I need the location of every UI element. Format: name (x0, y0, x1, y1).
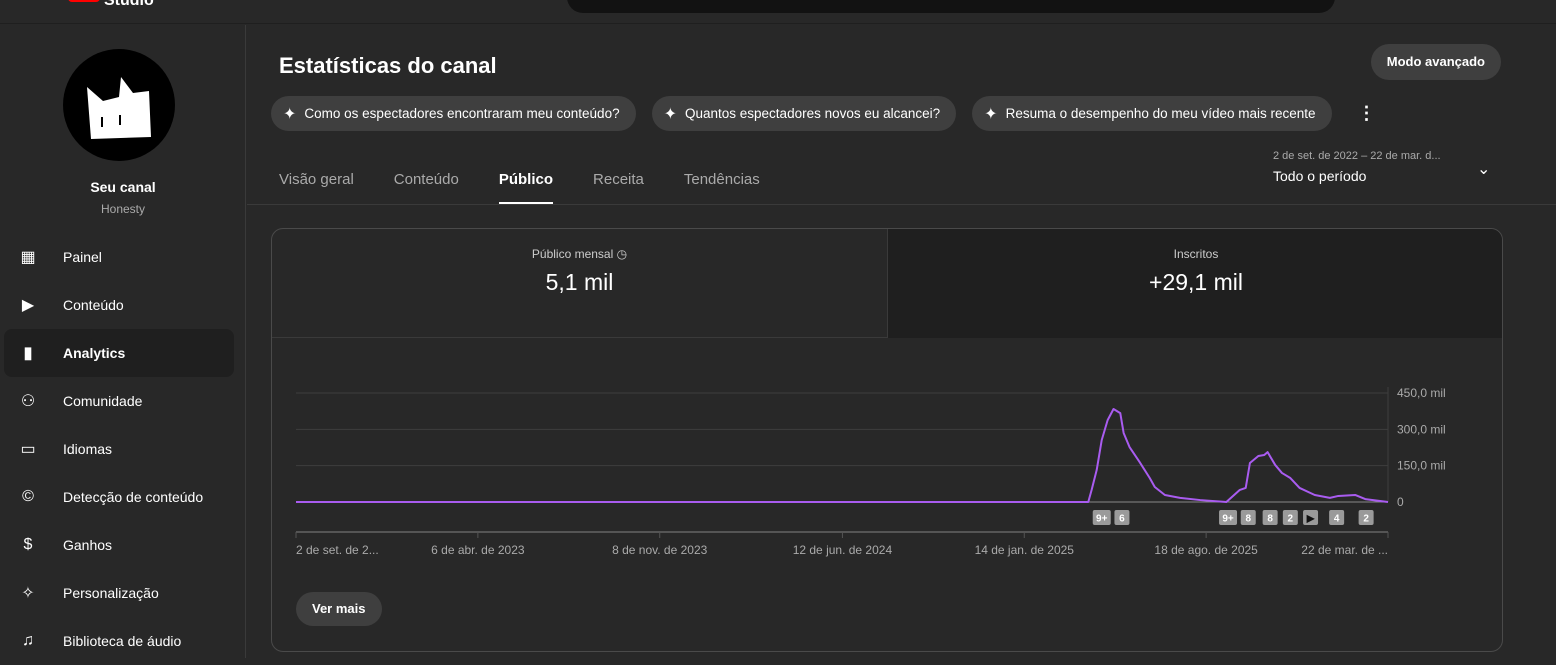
avatar[interactable] (63, 49, 175, 161)
sidebar-item-label: Comunidade (63, 393, 143, 409)
community-icon: ⚇ (20, 393, 36, 410)
sidebar-item-label: Conteúdo (63, 297, 124, 313)
magic-wand-icon: ✧ (21, 585, 35, 602)
tab-1[interactable]: Conteúdo (394, 171, 459, 204)
dollar-icon: $ (23, 536, 33, 553)
search-input[interactable] (567, 0, 1335, 13)
sidebar: Seu canal Honesty ▦ Painel ▶ Conteúdo ▮ Analy… (0, 25, 246, 658)
audio-library-icon: ♫ (22, 632, 34, 649)
subscribers-line (296, 407, 1389, 503)
period-label: Todo o período (1273, 168, 1367, 184)
sidebar-item-label: Personalização (63, 585, 159, 601)
tab-3[interactable]: Receita (593, 171, 644, 204)
sidebar-item-label: Analytics (63, 345, 126, 361)
y-tick-label: 150,0 mil (1397, 459, 1446, 473)
video-marker-label: ▶ (1306, 514, 1316, 525)
y-tick-label: 300,0 mil (1397, 422, 1446, 436)
more-options-icon[interactable]: ⋮ (1358, 103, 1376, 124)
sparkle-icon: ✦ (663, 105, 677, 123)
suggestion-chip[interactable]: ✦ Como os espectadores encontraram meu co… (271, 96, 636, 131)
video-marker-label: 8 (1267, 514, 1273, 525)
x-tick-label: 8 de nov. de 2023 (612, 543, 708, 557)
chip-label: Como os espectadores encontraram meu con… (304, 106, 620, 121)
youtube-logo-icon[interactable] (68, 0, 100, 2)
content-icon: ▶ (21, 297, 35, 314)
tab-2[interactable]: Público (498, 171, 554, 204)
suggestion-chip[interactable]: ✦ Quantos espectadores novos eu alcancei? (651, 96, 957, 131)
x-tick-label: 14 de jan. de 2025 (975, 543, 1075, 557)
x-tick-label: 2 de set. de 2... (296, 543, 379, 557)
sidebar-item-label: Idiomas (63, 441, 113, 457)
suggestion-chip[interactable]: ✦ Resuma o desempenho do meu vídeo mais r… (972, 96, 1332, 131)
tab-4[interactable]: Tendências (684, 171, 760, 204)
video-marker-label: 2 (1288, 514, 1294, 525)
main-content: Estatísticas do canal Modo avançado ✦ Com… (247, 25, 1556, 658)
tab-0[interactable]: Visão geral (279, 171, 354, 204)
x-tick-label: 18 de ago. de 2025 (1154, 543, 1258, 557)
date-range-picker[interactable]: 2 de set. de 2022 – 22 de mar. d... Todo… (1273, 150, 1441, 184)
see-more-button[interactable]: Ver mais (296, 592, 382, 626)
sidebar-item-subtitles[interactable]: ▭ Idiomas (4, 425, 234, 473)
y-tick-label: 0 (1397, 495, 1404, 509)
analytics-card: Público mensal ◷ 5,1 mil Inscritos +29,1… (271, 228, 1503, 652)
sidebar-item-label: Painel (63, 249, 102, 265)
sidebar-item-label: Biblioteca de áudio (63, 633, 182, 649)
copyright-icon: © (22, 488, 34, 505)
channel-name: Seu canal (90, 179, 156, 195)
video-marker-label: 9+ (1096, 514, 1108, 525)
analytics-icon: ▮ (23, 345, 33, 362)
video-marker-label: 2 (1363, 514, 1369, 525)
chip-label: Quantos espectadores novos eu alcancei? (685, 106, 941, 121)
date-range: 2 de set. de 2022 – 22 de mar. d... (1273, 150, 1441, 162)
sidebar-item-community[interactable]: ⚇ Comunidade (4, 377, 234, 425)
sidebar-item-content[interactable]: ▶ Conteúdo (4, 281, 234, 329)
advanced-mode-button[interactable]: Modo avançado (1370, 44, 1501, 80)
logo-text: Studio (104, 0, 154, 9)
x-tick-label: 22 de mar. de ... (1301, 543, 1388, 557)
dashboard-icon: ▦ (20, 249, 36, 266)
tabs-divider (247, 204, 1556, 205)
video-marker-label: 8 (1245, 514, 1251, 525)
subscribers-chart: 0 150,0 mil 300,0 mil 450,0 mil 2 de set. de… (295, 386, 1446, 557)
top-bar: Studio (0, 0, 1556, 24)
sparkle-icon: ✦ (283, 105, 297, 123)
video-marker-label: 6 (1119, 514, 1125, 525)
sparkle-icon: ✦ (984, 105, 998, 123)
y-tick-label: 450,0 mil (1397, 386, 1446, 400)
sidebar-item-magic-wand[interactable]: ✧ Personalização (4, 569, 234, 617)
sidebar-item-label: Ganhos (63, 537, 113, 553)
channel-handle: Honesty (100, 202, 146, 216)
chip-label: Resuma o desempenho do meu vídeo mais re… (1005, 106, 1316, 121)
x-tick-label: 12 de jun. de 2024 (793, 543, 893, 557)
sidebar-item-label: Detecção de conteúdo (63, 489, 204, 505)
chevron-down-icon[interactable]: ⌄ (1477, 159, 1490, 179)
x-tick-label: 6 de abr. de 2023 (431, 543, 525, 557)
video-marker-label: 9+ (1222, 514, 1234, 525)
sidebar-item-dollar[interactable]: $ Ganhos (4, 521, 234, 569)
subtitles-icon: ▭ (20, 441, 36, 458)
sidebar-item-copyright[interactable]: © Detecção de conteúdo (4, 473, 234, 521)
sidebar-item-dashboard[interactable]: ▦ Painel (4, 233, 234, 281)
sidebar-item-analytics[interactable]: ▮ Analytics (4, 329, 234, 377)
video-marker-label: 4 (1334, 514, 1340, 525)
page-title: Estatísticas do canal (279, 53, 497, 78)
